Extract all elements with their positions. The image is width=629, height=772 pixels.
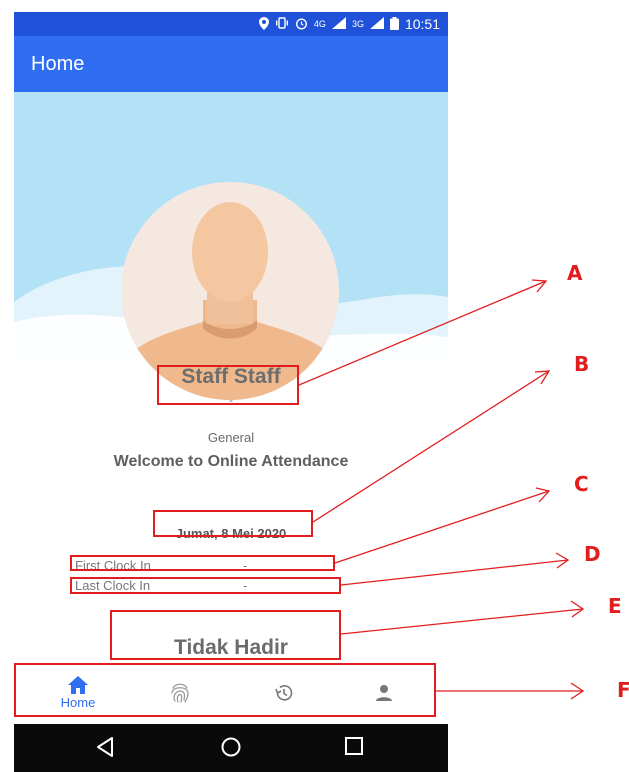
annotation-letter-c: C <box>574 472 589 496</box>
annotation-letter-a: A <box>567 261 583 285</box>
annotation-letter-d: D <box>584 542 601 566</box>
annotation-letter-b: B <box>574 352 590 376</box>
annotation-letter-f: F <box>617 678 629 702</box>
annotation-letter-e: E <box>608 594 622 618</box>
annotation-arrows <box>298 279 585 700</box>
